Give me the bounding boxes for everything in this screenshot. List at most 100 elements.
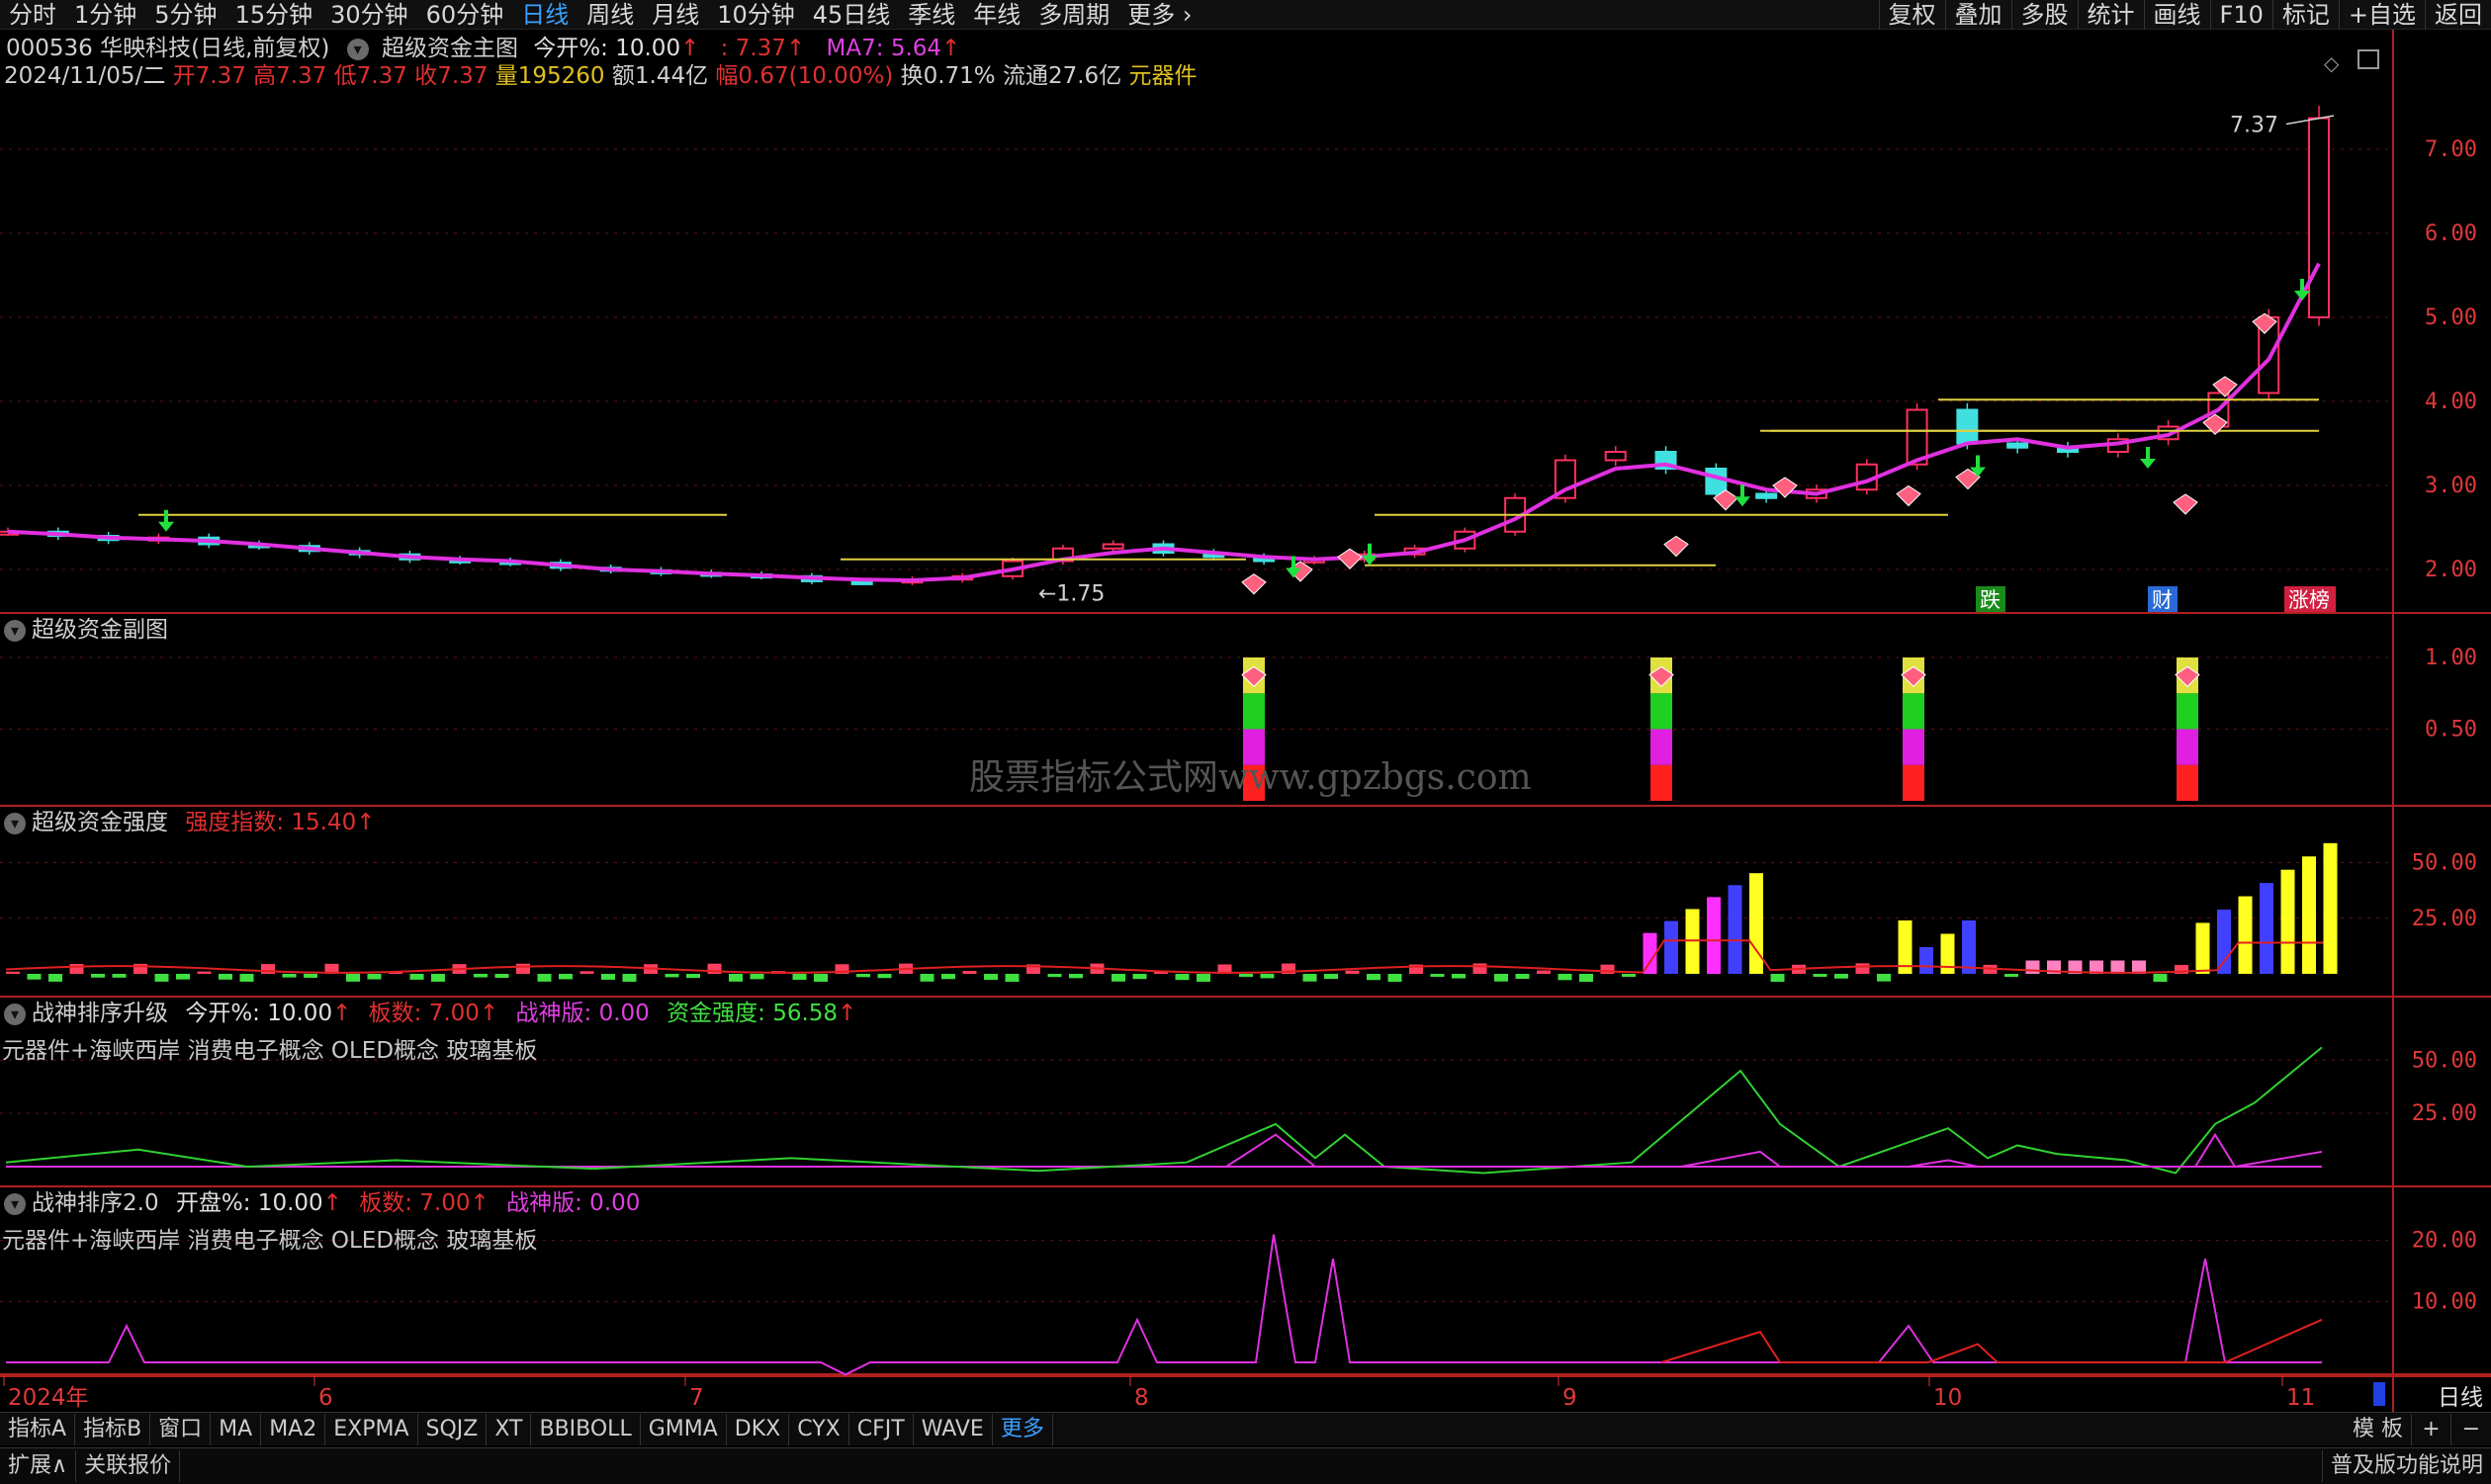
candle — [850, 579, 873, 585]
expand-button[interactable]: 扩展∧ — [0, 1450, 77, 1482]
chevron-down-icon[interactable]: ▾ — [4, 1192, 26, 1215]
toolbar-button-7[interactable]: +自选 — [2338, 0, 2425, 30]
stock-title: 000536 华映科技(日线,前复权) — [6, 36, 330, 61]
zoom-in-button[interactable]: + — [2412, 1413, 2451, 1445]
sector-name[interactable]: 元器件 — [1129, 63, 1198, 89]
strength-bar — [48, 974, 62, 982]
period-tab-7[interactable]: 周线 — [578, 0, 643, 30]
strength-bar — [6, 971, 20, 974]
strength-bar — [1239, 974, 1253, 978]
toolbar-button-6[interactable]: 标记 — [2271, 0, 2339, 30]
candle — [1755, 492, 1778, 499]
strength-bar — [1047, 974, 1062, 978]
toolbar-button-5[interactable]: F10 — [2209, 0, 2272, 30]
strength-bar — [2238, 896, 2253, 974]
signal-bar — [1243, 693, 1265, 730]
period-tab-11[interactable]: 季线 — [899, 0, 964, 30]
strength-bar — [665, 974, 679, 978]
period-tab-10[interactable]: 45日线 — [804, 0, 900, 30]
y-tick-label: 1.00 — [2425, 646, 2477, 670]
strength-bar — [494, 974, 509, 979]
signal-bar — [1903, 729, 1924, 765]
signal-bar — [2177, 729, 2198, 765]
chevron-down-icon[interactable]: ▾ — [4, 619, 26, 642]
period-tab-1[interactable]: 1分钟 — [65, 0, 145, 30]
pane4-board-count: 板数: 7.00 — [368, 1001, 480, 1026]
strength-bar — [1855, 963, 1870, 974]
pane5-title[interactable]: 战神排序2.0 — [32, 1190, 159, 1216]
signal-bar — [1650, 764, 1672, 801]
x-axis-label: 10 — [1933, 1385, 1962, 1411]
version-info-link[interactable]: 普及版功能说明 — [2321, 1450, 2491, 1482]
period-tab-13[interactable]: 多周期 — [1029, 0, 1118, 30]
indicator-tab-13[interactable]: WAVE — [914, 1413, 993, 1445]
period-tab-3[interactable]: 15分钟 — [226, 0, 322, 30]
chevron-down-icon[interactable]: ▾ — [4, 1003, 26, 1025]
indicator-tab-3[interactable]: MA — [211, 1413, 262, 1445]
indicator-name[interactable]: 超级资金主图 — [382, 36, 518, 61]
strength-bar — [1749, 873, 1763, 974]
period-tab-12[interactable]: 年线 — [964, 0, 1029, 30]
indicator-tab-8[interactable]: BBIBOLL — [531, 1413, 641, 1445]
open-value: 开7.37 — [172, 63, 246, 89]
indicator-tab-12[interactable]: CFJT — [849, 1413, 914, 1445]
indicator-tab-2[interactable]: 窗口 — [150, 1413, 212, 1445]
indicator-tabs: 指标A 指标B 窗口 MA MA2 EXPMA SQJZ XT BBIBOLL GMMA DKX CY… — [0, 1413, 1053, 1446]
indicator-tab-6[interactable]: SQJZ — [418, 1413, 488, 1445]
pane5-board-count: 板数: 7.00 — [359, 1190, 471, 1216]
indicator-tab-10[interactable]: DKX — [727, 1413, 790, 1445]
indicator-tab-14[interactable]: 更多 — [993, 1413, 1053, 1445]
strength-bar — [1197, 974, 1210, 982]
toolbar-button-1[interactable]: 叠加 — [1944, 0, 2011, 30]
strength-bar — [239, 974, 254, 982]
indicator-tab-11[interactable]: CYX — [789, 1413, 849, 1445]
strength-bar — [750, 974, 764, 980]
toolbar-button-2[interactable]: 多股 — [2010, 0, 2078, 30]
status-bar: 扩展∧ 关联报价 普及版功能说明 — [0, 1447, 2491, 1484]
y-tick-label: 25.00 — [2412, 1101, 2477, 1126]
pane2-title[interactable]: 超级资金副图 — [32, 617, 168, 643]
zoom-out-button[interactable]: − — [2451, 1414, 2491, 1445]
period-tab-9[interactable]: 10分钟 — [708, 0, 804, 30]
template-button[interactable]: 模 板 — [2345, 1413, 2412, 1445]
strength-bar — [346, 974, 360, 982]
period-tab-6[interactable]: 日线 — [512, 0, 578, 30]
linked-quote-button[interactable]: 关联报价 — [76, 1450, 181, 1482]
window-toggle-icon[interactable] — [2358, 49, 2379, 69]
period-tab-5[interactable]: 60分钟 — [417, 0, 513, 30]
strength-bar — [2004, 974, 2018, 977]
toolbar-button-4[interactable]: 画线 — [2143, 0, 2210, 30]
diamond-icon[interactable]: ◇ — [2324, 51, 2339, 75]
pane3-header: ▾ 超级资金强度 强度指数: 15.40↑ — [4, 808, 376, 837]
strength-bar — [2195, 922, 2210, 974]
pane4-title[interactable]: 战神排序升级 — [32, 1001, 168, 1026]
signal-tag: 涨榜 — [2288, 588, 2330, 612]
indicator-tab-0[interactable]: 指标A — [0, 1413, 76, 1445]
toolbar-button-8[interactable]: 返回 — [2425, 0, 2491, 30]
chevron-down-icon[interactable]: ▾ — [4, 812, 26, 834]
change-value: 幅0.67(10.00%) — [715, 63, 894, 89]
chevron-down-icon[interactable]: ▾ — [346, 38, 369, 60]
period-tab-4[interactable]: 30分钟 — [321, 0, 417, 30]
period-tab-8[interactable]: 月线 — [643, 0, 708, 30]
strength-bar — [1877, 974, 1891, 982]
period-tab-14[interactable]: 更多 › — [1118, 0, 1201, 30]
strength-bar — [1345, 970, 1360, 974]
high-marker-label: 7.37 — [2230, 114, 2278, 138]
x-axis-label: 8 — [1134, 1385, 1149, 1411]
indicator-tab-7[interactable]: XT — [487, 1413, 532, 1445]
high-value: 高7.37 — [253, 63, 327, 89]
indicator-tab-1[interactable]: 指标B — [75, 1413, 151, 1445]
pane3-title[interactable]: 超级资金强度 — [32, 810, 168, 835]
toolbar-button-0[interactable]: 复权 — [1878, 0, 1945, 30]
indicator-tab-4[interactable]: MA2 — [261, 1413, 326, 1445]
watermark: 股票指标公式网www.gpzbgs.com — [969, 757, 1532, 798]
indicator-tab-5[interactable]: EXPMA — [325, 1413, 418, 1445]
period-tab-0[interactable]: 分时 — [0, 0, 65, 30]
indicator-tab-9[interactable]: GMMA — [641, 1413, 727, 1445]
diamond-icon — [1337, 548, 1363, 569]
strength-bar — [304, 974, 317, 978]
diamond-icon — [1896, 484, 1921, 507]
period-tab-2[interactable]: 5分钟 — [145, 0, 225, 30]
toolbar-button-3[interactable]: 统计 — [2077, 0, 2144, 30]
